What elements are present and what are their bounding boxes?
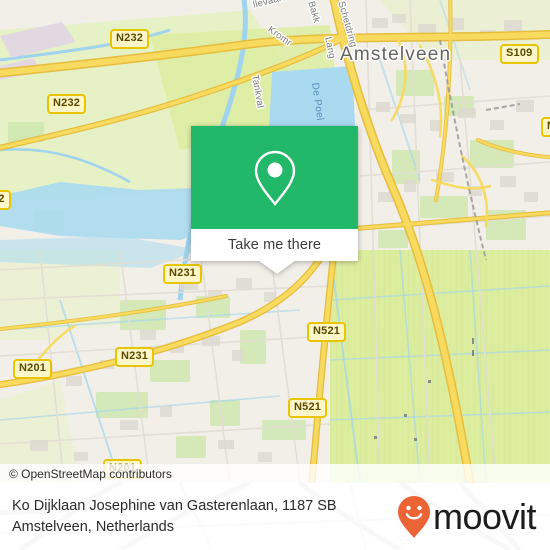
take-me-there-callout[interactable]: Take me there [191,126,358,274]
address-line-1: Ko Dijklaan Josephine van Gasterenlaan, … [12,497,337,514]
take-me-there-label: Take me there [227,237,322,253]
moovit-smiley-pin-icon [397,495,430,538]
road-shield: N231 [115,347,155,367]
osm-attribution[interactable]: © OpenStreetMap contributors [0,464,550,483]
footer-bar: Ko Dijklaan Josephine van Gasterenlaan, … [0,483,550,550]
road-shield: S109 [500,44,539,64]
road-shield: N201 [13,359,53,379]
road-shield: N232 [47,94,87,114]
callout-icon-area [191,126,358,229]
moovit-wordmark: moovit [432,495,537,537]
road-shield: N521 [307,322,347,342]
osm-attribution-text: © OpenStreetMap contributors [9,466,172,481]
city-label: Amstelveen [340,44,452,65]
road-shield: N232 [110,29,150,49]
map-pin-icon [254,150,295,206]
address-text: Ko Dijklaan Josephine van Gasterenlaan, … [12,496,337,538]
road-shield: N [541,117,550,137]
callout-action-bar[interactable]: Take me there [191,229,358,261]
road-shield: 32 [0,190,11,210]
map-screenshot: llevaart Bakk Schetdring Kromr Lang Tank… [0,0,550,550]
road-shield: N521 [288,398,328,418]
map-canvas[interactable]: llevaart Bakk Schetdring Kromr Lang Tank… [0,0,550,483]
moovit-logo[interactable]: moovit [397,495,537,539]
address-line-2: Amstelveen, Netherlands [12,518,174,535]
callout-tail [258,260,296,274]
road-shield: N231 [163,264,203,284]
